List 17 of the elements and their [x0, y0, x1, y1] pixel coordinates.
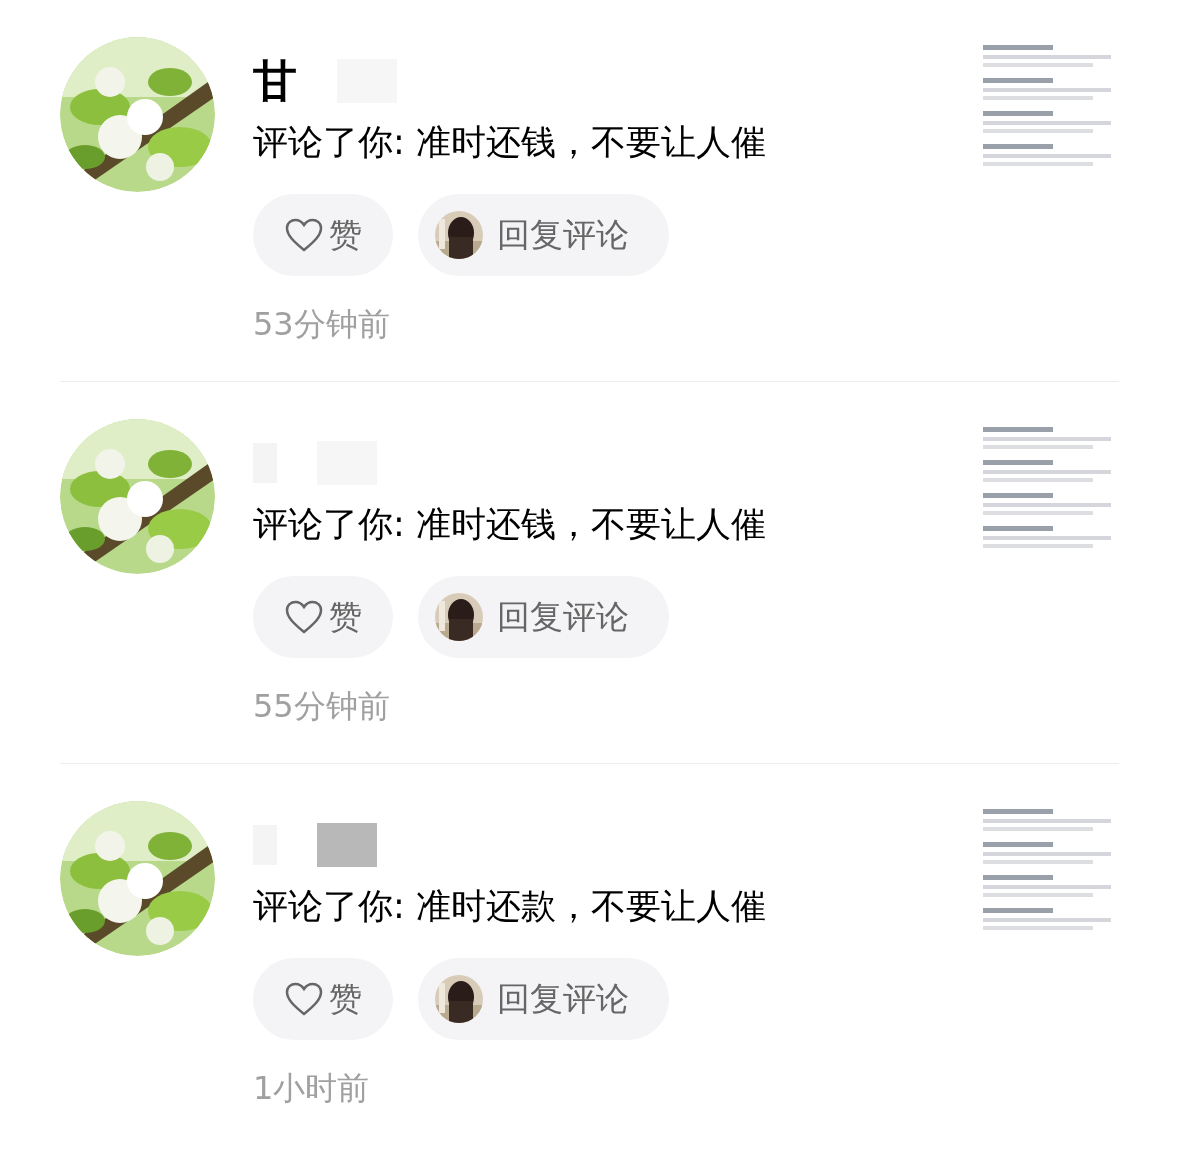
timestamp: 53分钟前 — [253, 308, 391, 340]
like-button[interactable]: 赞 — [253, 576, 393, 658]
reply-button[interactable]: 回复评论 — [418, 194, 669, 276]
comment-text: 评论了你: 准时还钱，不要让人催 — [253, 125, 767, 160]
reply-button[interactable]: 回复评论 — [418, 576, 669, 658]
redaction-block — [317, 823, 377, 867]
heart-icon — [284, 218, 323, 252]
user-name: 甘 — [253, 59, 297, 103]
like-button[interactable]: 赞 — [253, 958, 393, 1040]
reply-button[interactable]: 回复评论 — [418, 958, 669, 1040]
comment-text: 评论了你: 准时还款，不要让人催 — [253, 889, 767, 924]
heart-icon — [284, 982, 323, 1016]
timestamp: 1小时前 — [253, 1072, 371, 1104]
timestamp: 55分钟前 — [253, 690, 391, 722]
heart-icon — [284, 600, 323, 634]
like-button[interactable]: 赞 — [253, 194, 393, 276]
comment-text: 评论了你: 准时还钱，不要让人催 — [253, 507, 767, 542]
